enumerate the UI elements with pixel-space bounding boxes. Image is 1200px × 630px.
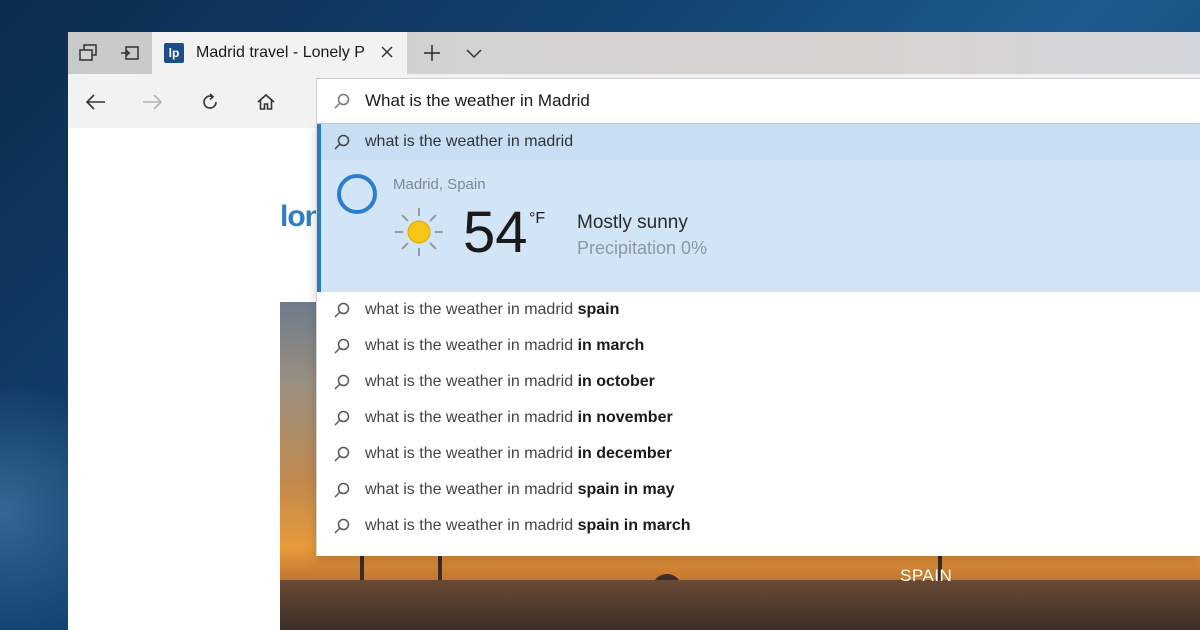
suggestion-base: what is the weather in madrid [365,373,574,390]
weather-temperature: 54 [463,200,528,265]
tab-list-chevron-icon [466,49,482,59]
suggestion-text: what is the weather in madrid spain in m… [365,481,674,499]
suggestion-text: what is the weather in madrid in novembe… [365,409,673,427]
browser-window: lp Madrid travel - Lonely P What is the … [68,32,1200,630]
top-suggestion[interactable]: what is the weather in madrid [317,124,1200,160]
suggestion-base: what is the weather in madrid [365,337,574,354]
address-bar[interactable] [316,78,1200,124]
suggestion-base: what is the weather in madrid [365,445,574,462]
hero-label: SPAIN [900,566,953,585]
suggestion-text: what is the weather in madrid spain [365,301,619,319]
weather-unit: °F [529,210,546,227]
search-icon [333,92,353,110]
tab-title: Madrid travel - Lonely P [196,44,365,61]
back-icon [85,94,105,110]
suggestion-item[interactable]: what is the weather in madrid in decembe… [317,436,1200,472]
search-icon [333,481,353,499]
back-button[interactable] [82,88,110,116]
search-suggestions-dropdown: what is the weather in madrid Madrid, Sp… [316,124,1200,556]
suggestion-text: what is the weather in madrid spain in m… [365,517,690,535]
suggestion-item[interactable]: what is the weather in madrid in novembe… [317,400,1200,436]
search-icon [333,445,353,463]
suggestion-base: what is the weather in madrid [365,481,574,498]
suggestion-text: what is the weather in madrid in decembe… [365,445,672,463]
forward-icon [143,94,163,110]
suggestion-completion: spain in may [577,481,675,498]
sun-icon [393,206,445,263]
suggestion-text: what is the weather in madrid in march [365,337,644,355]
suggestion-base: what is the weather in madrid [365,409,574,426]
tab-bar: lp Madrid travel - Lonely P [68,32,1200,74]
city-skyline [280,580,1200,630]
suggestion-completion: in november [577,409,673,426]
suggestion-base: what is the weather in madrid [365,301,574,318]
address-input[interactable] [365,91,1065,111]
top-suggestion-text: what is the weather in madrid [365,133,574,150]
search-icon [333,373,353,391]
cortana-icon [337,174,377,214]
suggestion-item[interactable]: what is the weather in madrid spain [317,292,1200,328]
home-icon [257,93,275,110]
search-icon [333,301,353,319]
suggestion-completion: in december [577,445,672,462]
restore-tabs-button[interactable] [110,32,150,74]
refresh-button[interactable] [196,88,224,116]
search-icon [333,409,353,427]
home-button[interactable] [252,88,280,116]
tabs-aside-icon [79,44,97,61]
new-tab-button[interactable] [412,32,452,74]
search-icon [333,337,353,355]
new-tab-icon [424,45,440,61]
search-icon [333,133,353,151]
suggestion-list: what is the weather in madrid spain what… [317,292,1200,544]
close-icon [381,46,393,58]
lonely-planet-favicon: lp [164,43,184,63]
restore-tabs-icon [121,46,139,60]
suggestion-text: what is the weather in madrid in october [365,373,655,391]
suggestion-base: what is the weather in madrid [365,517,574,534]
forward-button[interactable] [138,88,166,116]
suggestion-item[interactable]: what is the weather in madrid in march [317,328,1200,364]
suggestion-completion: in march [577,337,645,354]
suggestion-completion: in october [577,373,655,390]
tab-list-button[interactable] [454,32,494,74]
suggestion-item[interactable]: what is the weather in madrid spain in m… [317,472,1200,508]
weather-precipitation: Precipitation 0% [577,238,708,258]
suggestion-completion: spain [577,301,620,318]
weather-condition: Mostly sunny [577,212,688,233]
tab-close-button[interactable] [379,44,395,65]
weather-location: Madrid, Spain [393,176,486,193]
search-icon [333,517,353,535]
active-tab[interactable]: lp Madrid travel - Lonely P [152,32,407,74]
weather-card[interactable]: Madrid, Spain 54 °F Mostly sunny Precipi… [317,160,1200,292]
suggestion-completion: spain in march [577,517,691,534]
suggestion-item[interactable]: what is the weather in madrid spain in m… [317,508,1200,544]
suggestion-item[interactable]: what is the weather in madrid in october [317,364,1200,400]
navigation-bar [68,74,1200,128]
tabs-aside-button[interactable] [68,32,108,74]
refresh-icon [203,93,217,109]
